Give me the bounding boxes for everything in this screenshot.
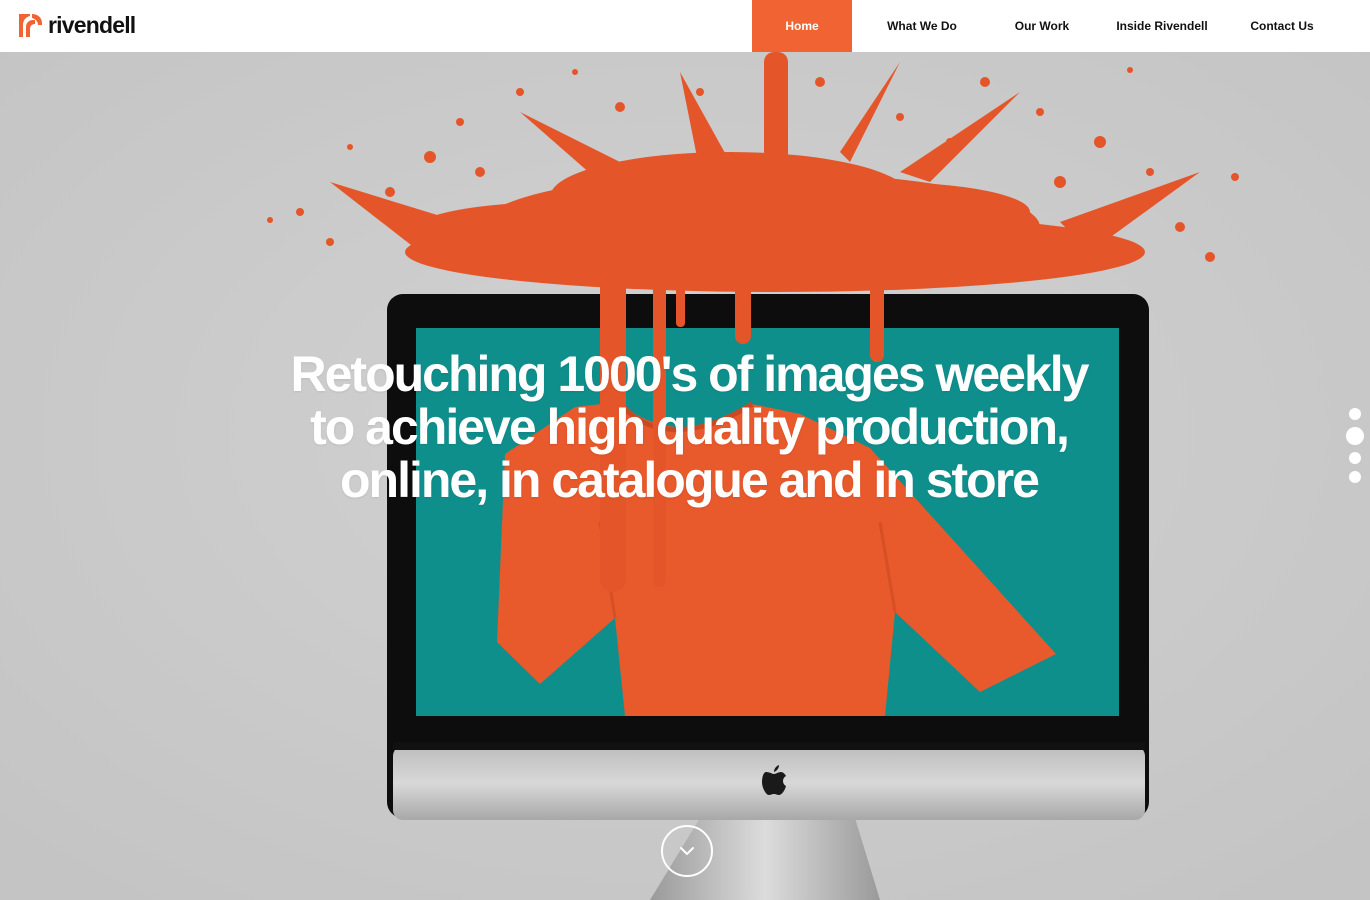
site-header: rivendell Home What We Do Our Work Insid… xyxy=(0,0,1370,52)
nav-home[interactable]: Home xyxy=(752,0,852,52)
chevron-down-icon xyxy=(680,847,694,855)
brand-name: rivendell xyxy=(48,11,136,38)
scroll-down-button[interactable] xyxy=(661,825,713,877)
nav-contact-us[interactable]: Contact Us xyxy=(1232,0,1332,52)
slide-dot-3[interactable] xyxy=(1349,452,1361,464)
nav-what-we-do[interactable]: What We Do xyxy=(852,0,992,52)
headline-line-1: Retouching 1000's of images weekly xyxy=(290,346,1090,402)
hero-slider: Retouching 1000's of images weekly to ac… xyxy=(0,52,1370,900)
headline-line-3: online, in catalogue and in store xyxy=(340,452,1040,508)
slide-dot-2[interactable] xyxy=(1346,427,1364,445)
headline-line-2: to achieve high quality production, xyxy=(310,399,1070,455)
slide-dot-4[interactable] xyxy=(1349,471,1361,483)
rivendell-mark-icon xyxy=(19,13,42,37)
brand-logo[interactable]: rivendell xyxy=(17,10,136,40)
nav-inside-rivendell[interactable]: Inside Rivendell xyxy=(1092,0,1232,52)
slide-pagination xyxy=(1346,408,1364,483)
slide-dot-1[interactable] xyxy=(1349,408,1361,420)
main-nav: Home What We Do Our Work Inside Rivendel… xyxy=(752,0,1332,52)
nav-our-work[interactable]: Our Work xyxy=(992,0,1092,52)
hero-headline: Retouching 1000's of images weekly to ac… xyxy=(185,348,1193,507)
